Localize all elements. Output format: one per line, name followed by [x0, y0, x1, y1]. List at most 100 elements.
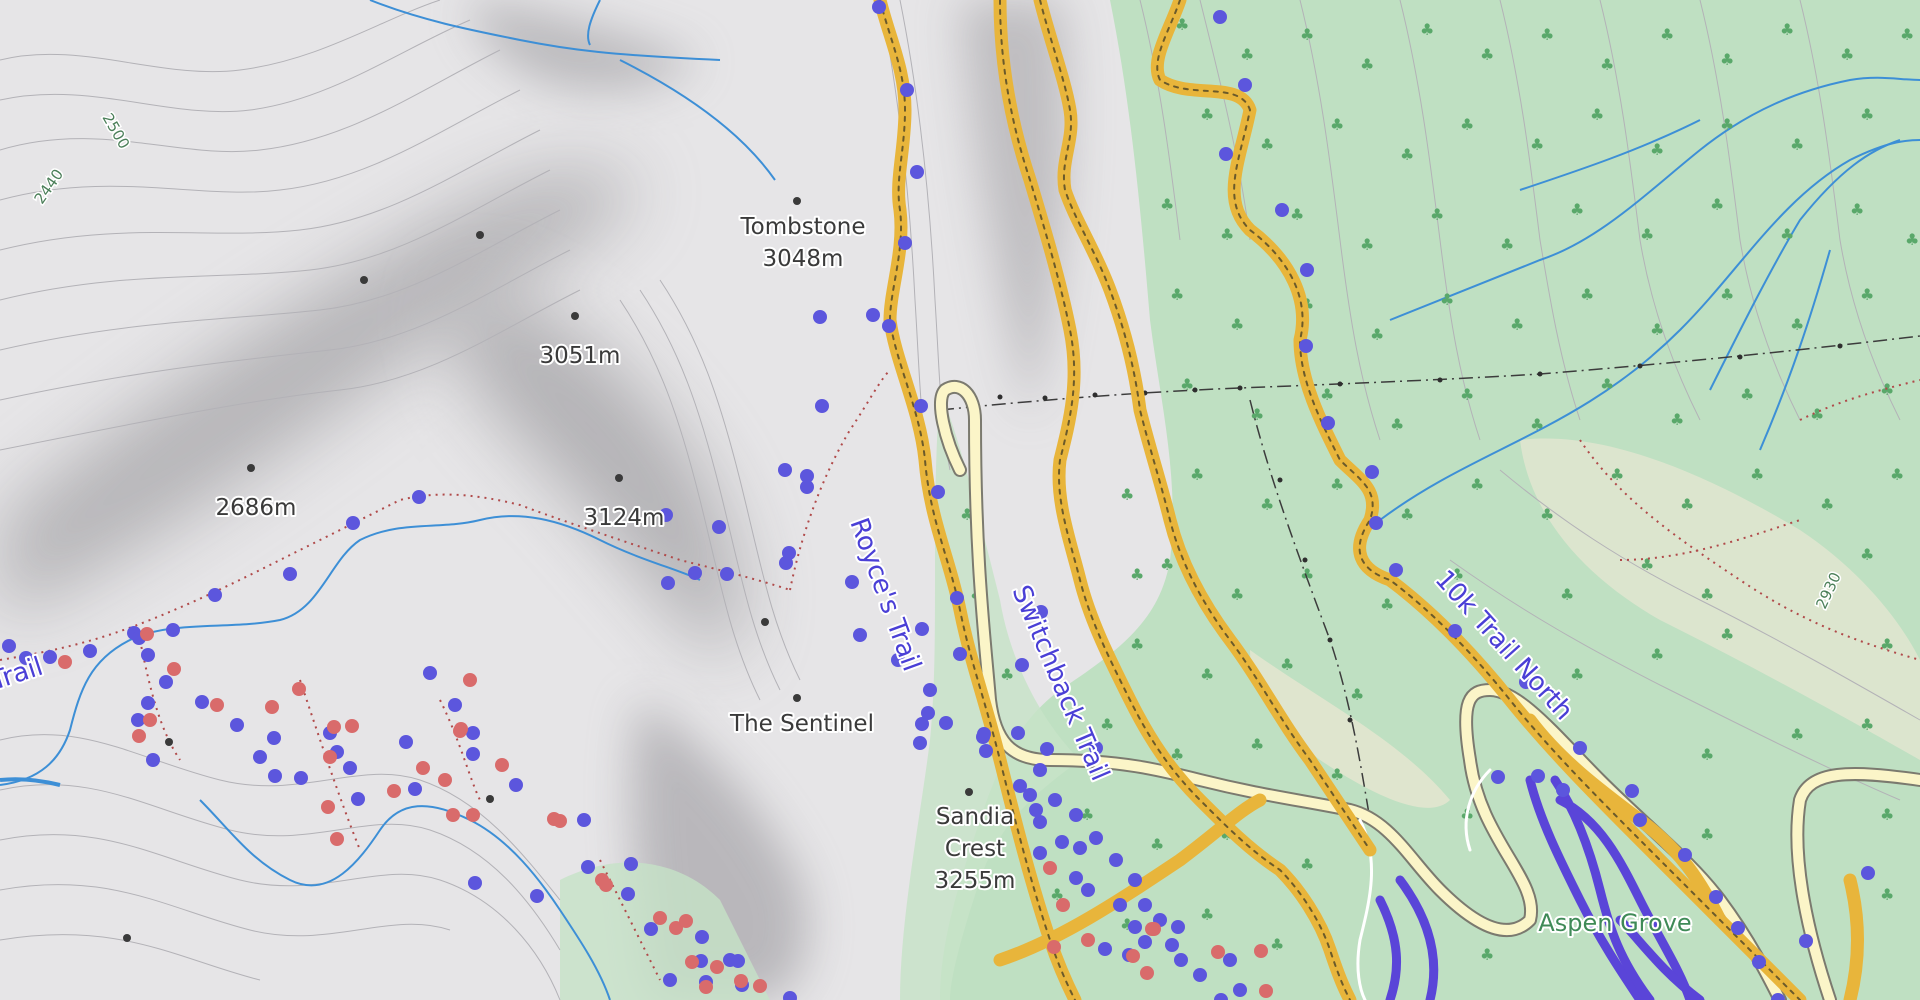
waypoint-marker-icon[interactable] [923, 683, 937, 697]
waypoint-marker-icon[interactable] [1029, 803, 1043, 817]
waypoint-marker-icon[interactable] [1015, 658, 1029, 672]
waypoint-marker-icon[interactable] [900, 83, 914, 97]
waypoint-marker-icon[interactable] [913, 736, 927, 750]
waypoint-marker-icon[interactable] [1165, 938, 1179, 952]
waypoint-marker-icon[interactable] [815, 399, 829, 413]
waypoint-marker-icon[interactable] [267, 731, 281, 745]
waypoint-marker-icon[interactable] [1089, 831, 1103, 845]
waypoint-marker-icon[interactable] [872, 0, 886, 14]
waypoint-marker-icon[interactable] [577, 813, 591, 827]
waypoint-marker-icon[interactable] [1128, 920, 1142, 934]
waypoint-marker-icon[interactable] [1098, 942, 1112, 956]
waypoint-marker-icon[interactable] [685, 955, 699, 969]
waypoint-marker-icon[interactable] [1321, 416, 1335, 430]
waypoint-marker-icon[interactable] [1573, 741, 1587, 755]
waypoint-marker-icon[interactable] [1861, 866, 1875, 880]
waypoint-marker-icon[interactable] [132, 729, 146, 743]
waypoint-marker-icon[interactable] [1531, 769, 1545, 783]
waypoint-marker-icon[interactable] [800, 480, 814, 494]
waypoint-marker-icon[interactable] [950, 591, 964, 605]
waypoint-marker-icon[interactable] [1140, 966, 1154, 980]
waypoint-marker-icon[interactable] [1625, 784, 1639, 798]
waypoint-marker-icon[interactable] [1300, 263, 1314, 277]
waypoint-marker-icon[interactable] [1233, 983, 1247, 997]
waypoint-marker-icon[interactable] [1389, 563, 1403, 577]
waypoint-marker-icon[interactable] [688, 566, 702, 580]
waypoint-marker-icon[interactable] [1047, 940, 1061, 954]
waypoint-marker-icon[interactable] [1069, 871, 1083, 885]
waypoint-marker-icon[interactable] [1211, 945, 1225, 959]
waypoint-marker-icon[interactable] [43, 650, 57, 664]
waypoint-marker-icon[interactable] [663, 973, 677, 987]
waypoint-marker-icon[interactable] [468, 876, 482, 890]
waypoint-marker-icon[interactable] [644, 922, 658, 936]
waypoint-marker-icon[interactable] [1238, 78, 1252, 92]
waypoint-marker-icon[interactable] [210, 698, 224, 712]
waypoint-marker-icon[interactable] [1033, 846, 1047, 860]
waypoint-marker-icon[interactable] [621, 887, 635, 901]
waypoint-marker-icon[interactable] [1081, 933, 1095, 947]
waypoint-marker-icon[interactable] [253, 750, 267, 764]
waypoint-marker-icon[interactable] [953, 647, 967, 661]
waypoint-marker-icon[interactable] [1731, 921, 1745, 935]
waypoint-marker-icon[interactable] [1369, 516, 1383, 530]
waypoint-marker-icon[interactable] [1081, 883, 1095, 897]
waypoint-marker-icon[interactable] [146, 753, 160, 767]
waypoint-marker-icon[interactable] [2, 639, 16, 653]
waypoint-marker-icon[interactable] [321, 800, 335, 814]
waypoint-marker-icon[interactable] [446, 808, 460, 822]
waypoint-marker-icon[interactable] [294, 771, 308, 785]
waypoint-marker-icon[interactable] [1223, 953, 1237, 967]
waypoint-marker-icon[interactable] [143, 713, 157, 727]
waypoint-marker-icon[interactable] [1069, 808, 1083, 822]
waypoint-marker-icon[interactable] [915, 622, 929, 636]
waypoint-marker-icon[interactable] [723, 953, 737, 967]
waypoint-marker-icon[interactable] [853, 628, 867, 642]
waypoint-marker-icon[interactable] [466, 747, 480, 761]
waypoint-marker-icon[interactable] [438, 773, 452, 787]
waypoint-marker-icon[interactable] [141, 696, 155, 710]
waypoint-marker-icon[interactable] [921, 706, 935, 720]
waypoint-marker-icon[interactable] [195, 695, 209, 709]
waypoint-marker-icon[interactable] [268, 769, 282, 783]
waypoint-marker-icon[interactable] [208, 588, 222, 602]
waypoint-marker-icon[interactable] [343, 761, 357, 775]
waypoint-marker-icon[interactable] [141, 648, 155, 662]
waypoint-marker-icon[interactable] [898, 236, 912, 250]
waypoint-marker-icon[interactable] [463, 673, 477, 687]
waypoint-marker-icon[interactable] [1171, 920, 1185, 934]
waypoint-marker-icon[interactable] [83, 644, 97, 658]
waypoint-marker-icon[interactable] [977, 727, 991, 741]
waypoint-marker-icon[interactable] [530, 889, 544, 903]
waypoint-marker-icon[interactable] [1752, 955, 1766, 969]
waypoint-marker-icon[interactable] [979, 744, 993, 758]
waypoint-marker-icon[interactable] [466, 808, 480, 822]
waypoint-marker-icon[interactable] [679, 914, 693, 928]
waypoint-marker-icon[interactable] [1365, 465, 1379, 479]
waypoint-marker-icon[interactable] [1174, 953, 1188, 967]
waypoint-marker-icon[interactable] [1448, 624, 1462, 638]
waypoint-marker-icon[interactable] [1138, 898, 1152, 912]
waypoint-marker-icon[interactable] [882, 319, 896, 333]
waypoint-marker-icon[interactable] [1633, 813, 1647, 827]
waypoint-marker-icon[interactable] [813, 310, 827, 324]
waypoint-marker-icon[interactable] [712, 520, 726, 534]
waypoint-marker-icon[interactable] [1043, 861, 1057, 875]
waypoint-marker-icon[interactable] [1073, 841, 1087, 855]
waypoint-marker-icon[interactable] [1126, 949, 1140, 963]
waypoint-marker-icon[interactable] [387, 784, 401, 798]
waypoint-marker-icon[interactable] [939, 716, 953, 730]
waypoint-marker-icon[interactable] [914, 399, 928, 413]
waypoint-marker-icon[interactable] [547, 812, 561, 826]
waypoint-marker-icon[interactable] [866, 308, 880, 322]
waypoint-marker-icon[interactable] [1138, 935, 1152, 949]
waypoint-marker-icon[interactable] [466, 726, 480, 740]
waypoint-marker-icon[interactable] [695, 930, 709, 944]
waypoint-marker-icon[interactable] [1254, 944, 1268, 958]
waypoint-marker-icon[interactable] [1193, 968, 1207, 982]
waypoint-marker-icon[interactable] [1113, 898, 1127, 912]
waypoint-marker-icon[interactable] [323, 750, 337, 764]
waypoint-marker-icon[interactable] [753, 979, 767, 993]
waypoint-marker-icon[interactable] [327, 720, 341, 734]
waypoint-marker-icon[interactable] [509, 778, 523, 792]
